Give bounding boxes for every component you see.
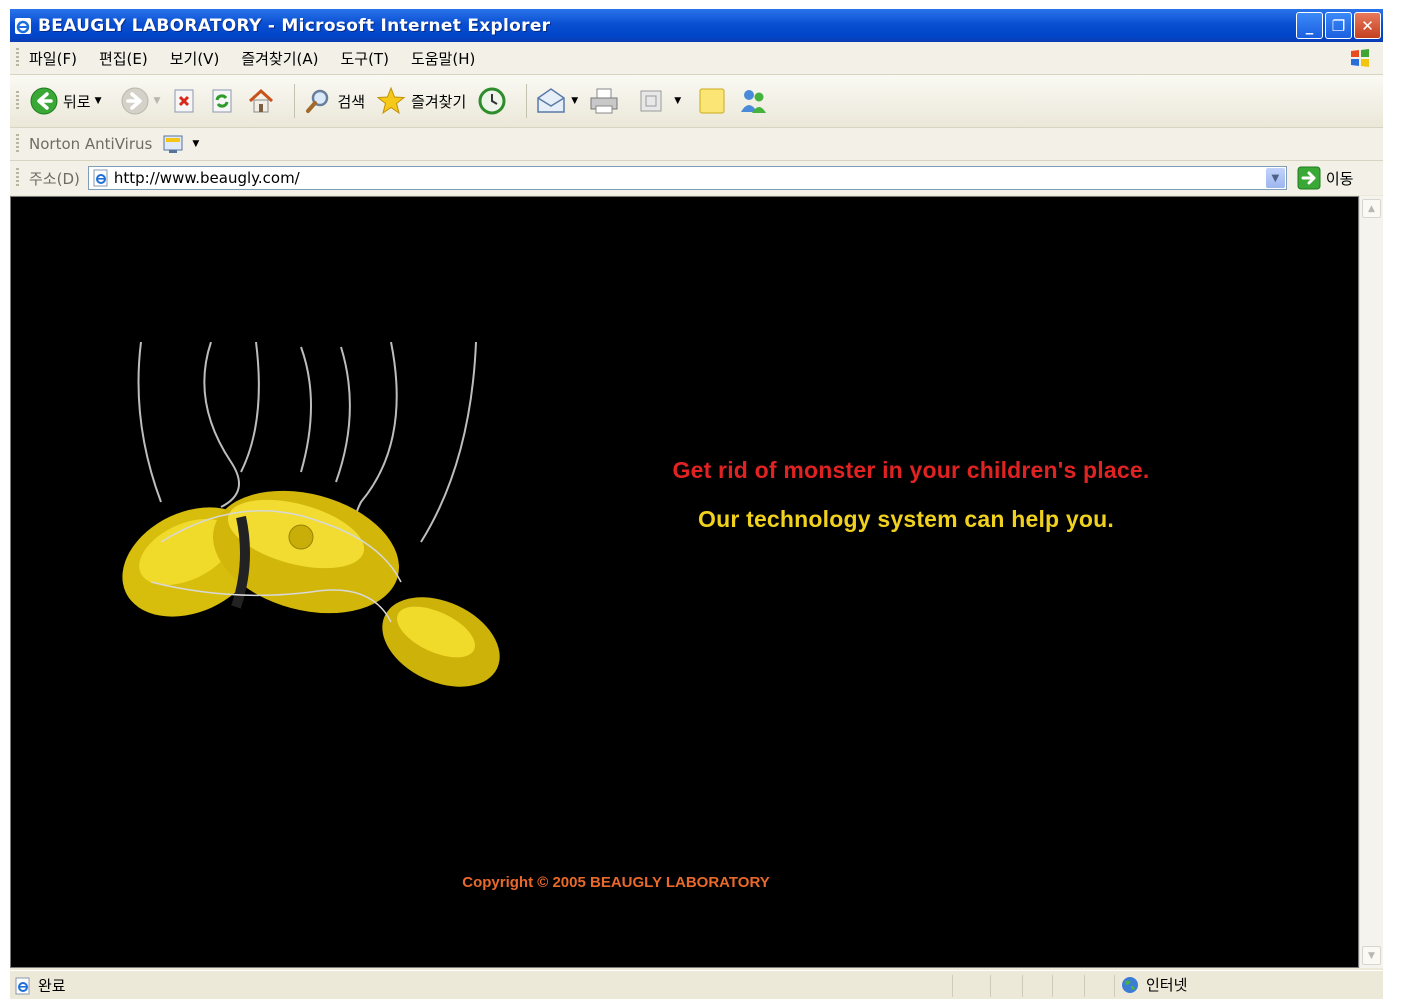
favorites-label: 즐겨찾기 bbox=[411, 92, 467, 111]
minimize-button[interactable]: _ bbox=[1296, 12, 1323, 39]
status-divider bbox=[952, 975, 953, 997]
ie-icon bbox=[15, 17, 31, 34]
back-label: 뒤로 bbox=[63, 92, 91, 111]
scroll-down-icon[interactable]: ▼ bbox=[1362, 946, 1381, 965]
print-button[interactable] bbox=[588, 86, 620, 116]
yellow-robot-image bbox=[122, 342, 500, 687]
menu-view[interactable]: 보기(V) bbox=[170, 48, 220, 69]
go-arrow-icon bbox=[1297, 166, 1321, 190]
stop-icon bbox=[174, 89, 194, 113]
status-divider bbox=[1022, 975, 1023, 997]
address-bar: 주소(D) ▼ 이동 bbox=[10, 161, 1383, 195]
note-icon bbox=[699, 88, 725, 114]
forward-button[interactable]: ▼ bbox=[120, 86, 161, 116]
subline-text: Our technology system can help you. bbox=[698, 506, 1114, 532]
copyright-text: Copyright © 2005 BEAUGLY LABORATORY bbox=[462, 874, 770, 891]
printer-icon bbox=[590, 88, 618, 114]
menu-file[interactable]: 파일(F) bbox=[29, 48, 77, 69]
title-bar[interactable]: BEAUGLY LABORATORY - Microsoft Internet … bbox=[10, 9, 1383, 42]
search-label: 검색 bbox=[337, 92, 366, 111]
address-field[interactable]: ▼ bbox=[87, 166, 1287, 190]
address-dropdown-icon[interactable]: ▼ bbox=[1265, 168, 1285, 188]
norton-options-icon[interactable] bbox=[162, 133, 184, 155]
window-title: BEAUGLY LABORATORY - Microsoft Internet … bbox=[38, 15, 551, 36]
norton-label: Norton AntiVirus bbox=[29, 135, 153, 153]
close-button[interactable]: ✕ bbox=[1354, 12, 1381, 39]
search-icon bbox=[306, 89, 329, 113]
edit-dropdown-icon[interactable]: ▼ bbox=[674, 96, 681, 106]
messenger-icon bbox=[741, 90, 767, 113]
history-button[interactable] bbox=[476, 85, 508, 117]
toolbar-separator bbox=[526, 84, 528, 118]
page-icon bbox=[93, 169, 108, 187]
vertical-scrollbar[interactable]: ▲ ▼ bbox=[1359, 196, 1383, 968]
go-label: 이동 bbox=[1325, 169, 1354, 188]
norton-toolbar: Norton AntiVirus ▼ bbox=[10, 128, 1383, 161]
headline-text: Get rid of monster in your children's pl… bbox=[672, 457, 1150, 483]
toolbar-grip bbox=[16, 134, 19, 154]
mail-button[interactable]: ▼ bbox=[535, 86, 578, 116]
status-bar: 완료 인터넷 bbox=[10, 970, 1383, 999]
forward-dropdown-icon[interactable]: ▼ bbox=[154, 96, 161, 106]
home-icon bbox=[249, 88, 274, 113]
page-done-icon bbox=[15, 977, 30, 994]
messenger-button[interactable] bbox=[737, 86, 769, 116]
url-input[interactable] bbox=[109, 169, 1264, 187]
toolbar-grip bbox=[16, 48, 19, 68]
favorites-button[interactable]: 즐겨찾기 bbox=[375, 85, 466, 117]
menu-bar: 파일(F) 편집(E) 보기(V) 즐겨찾기(A) 도구(T) 도움말(H) bbox=[10, 42, 1383, 75]
favorites-star-icon bbox=[376, 86, 406, 115]
mail-dropdown-icon[interactable]: ▼ bbox=[571, 96, 578, 106]
edit-page-icon bbox=[640, 90, 662, 112]
refresh-button[interactable] bbox=[208, 87, 236, 115]
back-button[interactable]: 뒤로 ▼ bbox=[29, 86, 102, 116]
notes-button[interactable] bbox=[697, 86, 727, 116]
toolbar-grip bbox=[16, 91, 19, 111]
status-divider bbox=[990, 975, 991, 997]
menu-help[interactable]: 도움말(H) bbox=[411, 48, 475, 69]
standard-toolbar: 뒤로 ▼ ▼ 검색 즐겨찾기 ▼ ▼ bbox=[10, 75, 1383, 128]
status-text: 완료 bbox=[38, 977, 66, 995]
go-button[interactable]: 이동 bbox=[1297, 166, 1354, 190]
zone-label: 인터넷 bbox=[1146, 976, 1188, 994]
browser-window: BEAUGLY LABORATORY - Microsoft Internet … bbox=[10, 9, 1383, 999]
status-divider bbox=[1084, 975, 1085, 997]
restore-button[interactable]: ❐ bbox=[1325, 12, 1352, 39]
forward-arrow-icon bbox=[121, 87, 149, 115]
back-arrow-icon bbox=[30, 87, 58, 115]
status-divider bbox=[1114, 975, 1115, 997]
windows-logo-icon bbox=[1351, 49, 1369, 67]
toolbar-separator bbox=[294, 84, 296, 118]
internet-globe-icon bbox=[1122, 976, 1138, 993]
menu-favorites[interactable]: 즐겨찾기(A) bbox=[241, 48, 318, 69]
mail-icon bbox=[537, 88, 566, 113]
scroll-up-icon[interactable]: ▲ bbox=[1362, 199, 1381, 218]
menu-tools[interactable]: 도구(T) bbox=[340, 48, 388, 69]
menu-edit[interactable]: 편집(E) bbox=[99, 48, 148, 69]
search-button[interactable]: 검색 bbox=[303, 86, 365, 116]
address-label: 주소(D) bbox=[29, 169, 80, 188]
refresh-icon bbox=[212, 89, 232, 113]
security-zone[interactable]: 인터넷 bbox=[1120, 974, 1187, 995]
home-button[interactable] bbox=[246, 86, 276, 116]
history-icon bbox=[478, 87, 506, 115]
edit-button[interactable]: ▼ bbox=[638, 88, 681, 114]
stop-button[interactable] bbox=[170, 87, 198, 115]
norton-dropdown-icon[interactable]: ▼ bbox=[192, 139, 199, 149]
back-dropdown-icon[interactable]: ▼ bbox=[95, 96, 102, 106]
status-divider bbox=[1052, 975, 1053, 997]
web-content: Get rid of monster in your children's pl… bbox=[10, 196, 1359, 968]
toolbar-grip bbox=[16, 168, 19, 188]
